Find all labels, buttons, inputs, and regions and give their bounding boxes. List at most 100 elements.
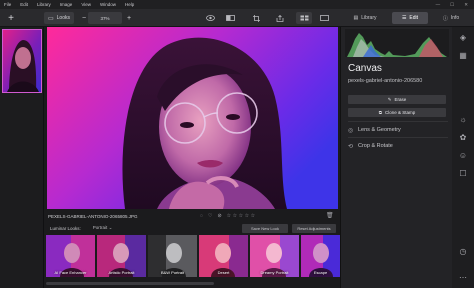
looks-scrollbar[interactable] xyxy=(46,282,214,285)
maximize-icon[interactable]: ☐ xyxy=(450,2,454,8)
preview-eye-icon[interactable] xyxy=(202,12,218,24)
palette-icon[interactable]: ✿ xyxy=(452,131,474,143)
lens-icon: ◎ xyxy=(348,127,354,134)
panel-title: Canvas xyxy=(348,63,382,74)
section-lens-geometry[interactable]: ◎ Lens & Geometry xyxy=(348,125,448,135)
crop-rotate-icon: ⟲ xyxy=(348,143,354,150)
looks-bar: Luminar Looks: Portrait ⌄ Save New Look … xyxy=(44,222,340,234)
zoom-in-button[interactable]: + xyxy=(124,12,134,24)
tab-edit[interactable]: ☰ Edit xyxy=(392,12,428,24)
looks-strip: AI Face Enhancer Artistic Portrait B&W P… xyxy=(44,234,340,278)
flag-icon[interactable]: ◌ xyxy=(200,213,203,219)
reject-icon[interactable]: ⊘ xyxy=(217,213,221,219)
looks-category-value: Portrait xyxy=(92,225,108,230)
panel-filename: pexels-gabriel-antonio-206580 xyxy=(348,78,423,84)
zoom-level-field[interactable]: 37% xyxy=(88,12,122,24)
portrait-face-icon[interactable]: ☺ xyxy=(452,149,474,161)
reset-adjustments-button[interactable]: Reset Adjustments xyxy=(292,224,336,233)
pro-tools-icon[interactable]: ☐ xyxy=(452,167,474,179)
toolbar: + ▭ Looks − 37% + ▤ Library ☰ Edit ⓘ Inf… xyxy=(0,9,474,27)
menu-window[interactable]: Window xyxy=(100,2,116,7)
look-name: Artistic Portrait xyxy=(108,270,135,275)
menu-edit[interactable]: Edit xyxy=(20,2,28,7)
looks-button-label: Looks xyxy=(56,15,70,21)
library-icon: ▤ xyxy=(353,15,359,21)
history-icon[interactable]: ◷ xyxy=(452,245,474,257)
menu-library[interactable]: Library xyxy=(37,2,51,7)
info-icon: ⓘ xyxy=(442,15,448,22)
look-thumbnail[interactable]: Escape xyxy=(301,235,340,277)
menu-image[interactable]: Image xyxy=(60,2,73,7)
edit-panel: Canvas pexels-gabriel-antonio-206580 ✎ E… xyxy=(340,27,452,288)
look-name: Escape xyxy=(313,270,328,275)
histogram xyxy=(345,29,449,57)
minimize-icon[interactable]: — xyxy=(436,2,441,8)
erase-button-label: Erase xyxy=(394,97,407,102)
looks-category-select[interactable]: Portrait ⌄ xyxy=(93,225,113,231)
star-icon[interactable]: ☆ xyxy=(245,213,249,219)
look-name: B&W Portrait xyxy=(160,270,185,275)
edit-sliders-icon: ☰ xyxy=(401,15,407,21)
image-rating-tools: ◌ ♡ ⊘ ☆ ☆ ☆ ☆ ☆ xyxy=(200,210,255,222)
single-view-icon[interactable] xyxy=(316,12,332,24)
menu-view[interactable]: View xyxy=(81,2,91,7)
tab-info[interactable]: ⓘ Info xyxy=(432,12,470,24)
crop-icon[interactable] xyxy=(248,12,264,24)
tab-library-label: Library xyxy=(361,15,377,21)
section-label: Lens & Geometry xyxy=(358,127,401,133)
main-photo[interactable] xyxy=(47,27,338,209)
tab-library[interactable]: ▤ Library xyxy=(342,12,388,24)
section-crop-rotate[interactable]: ⟲ Crop & Rotate xyxy=(348,141,448,151)
look-thumbnail[interactable]: Dreamy Portrait xyxy=(250,235,299,277)
tab-info-label: Info xyxy=(450,15,460,21)
look-name: Dreamy Portrait xyxy=(260,270,289,275)
zoom-out-button[interactable]: − xyxy=(80,12,88,24)
divider xyxy=(348,121,448,122)
looks-icon: ▭ xyxy=(47,15,54,22)
image-info-bar: PEXELS-GABRIEL-ANTONIO-2065805.JPG ◌ ♡ ⊘… xyxy=(44,210,340,222)
look-thumbnail[interactable]: Artistic Portrait xyxy=(97,235,146,277)
look-thumbnail[interactable]: Desert xyxy=(199,235,248,277)
chevron-down-icon: ⌄ xyxy=(108,225,113,230)
star-icon[interactable]: ☆ xyxy=(233,213,237,219)
filmstrip xyxy=(0,27,44,288)
look-thumbnail[interactable]: AI Face Enhancer xyxy=(46,235,95,277)
clone-stamp-label: Clone & Stamp xyxy=(384,110,416,115)
more-icon[interactable]: ⋯ xyxy=(452,271,474,283)
stamp-icon: ⧉ xyxy=(378,110,382,115)
filmstrip-thumbnail[interactable] xyxy=(2,29,42,93)
tab-edit-label: Edit xyxy=(409,15,419,21)
look-name: Desert xyxy=(217,270,230,275)
clone-stamp-button[interactable]: ⧉ Clone & Stamp xyxy=(348,108,446,117)
star-icon[interactable]: ☆ xyxy=(239,213,243,219)
menu-file[interactable]: File xyxy=(4,2,11,7)
share-icon[interactable] xyxy=(272,12,288,24)
eraser-icon: ✎ xyxy=(387,96,392,102)
canvas-area xyxy=(44,27,340,210)
look-thumbnail[interactable]: B&W Portrait xyxy=(148,235,197,277)
menu-bar: File Edit Library Image View Window Help… xyxy=(0,0,474,9)
menu-help[interactable]: Help xyxy=(125,2,134,7)
looks-label: Luminar Looks: xyxy=(50,225,81,231)
compare-icon[interactable] xyxy=(222,12,238,24)
add-photos-button[interactable]: + xyxy=(4,12,18,24)
window-controls: — ☐ ✕ xyxy=(436,2,474,8)
close-icon[interactable]: ✕ xyxy=(464,2,468,8)
save-new-look-button[interactable]: Save New Look xyxy=(242,224,288,233)
divider xyxy=(348,137,448,138)
gallery-view-icon[interactable] xyxy=(296,12,312,24)
tool-category-column: ◈ ▦ ☼ ✿ ☺ ☐ ◷ ⋯ xyxy=(452,27,474,288)
look-name: AI Face Enhancer xyxy=(54,270,87,275)
image-filename: PEXELS-GABRIEL-ANTONIO-2065805.JPG xyxy=(48,213,138,219)
star-icon[interactable]: ☆ xyxy=(251,213,255,219)
section-label: Crop & Rotate xyxy=(358,143,393,149)
trash-icon[interactable]: 🗑 xyxy=(326,212,334,219)
star-icon[interactable]: ☆ xyxy=(227,213,231,219)
looks-button[interactable]: ▭ Looks xyxy=(44,12,74,24)
erase-button[interactable]: ✎ Erase xyxy=(348,95,446,104)
sun-icon[interactable]: ☼ xyxy=(452,113,474,125)
essentials-icon[interactable]: ▦ xyxy=(452,49,474,61)
layers-icon[interactable]: ◈ xyxy=(452,31,474,43)
star-rating[interactable]: ☆ ☆ ☆ ☆ ☆ xyxy=(227,213,255,219)
heart-icon[interactable]: ♡ xyxy=(208,213,212,219)
